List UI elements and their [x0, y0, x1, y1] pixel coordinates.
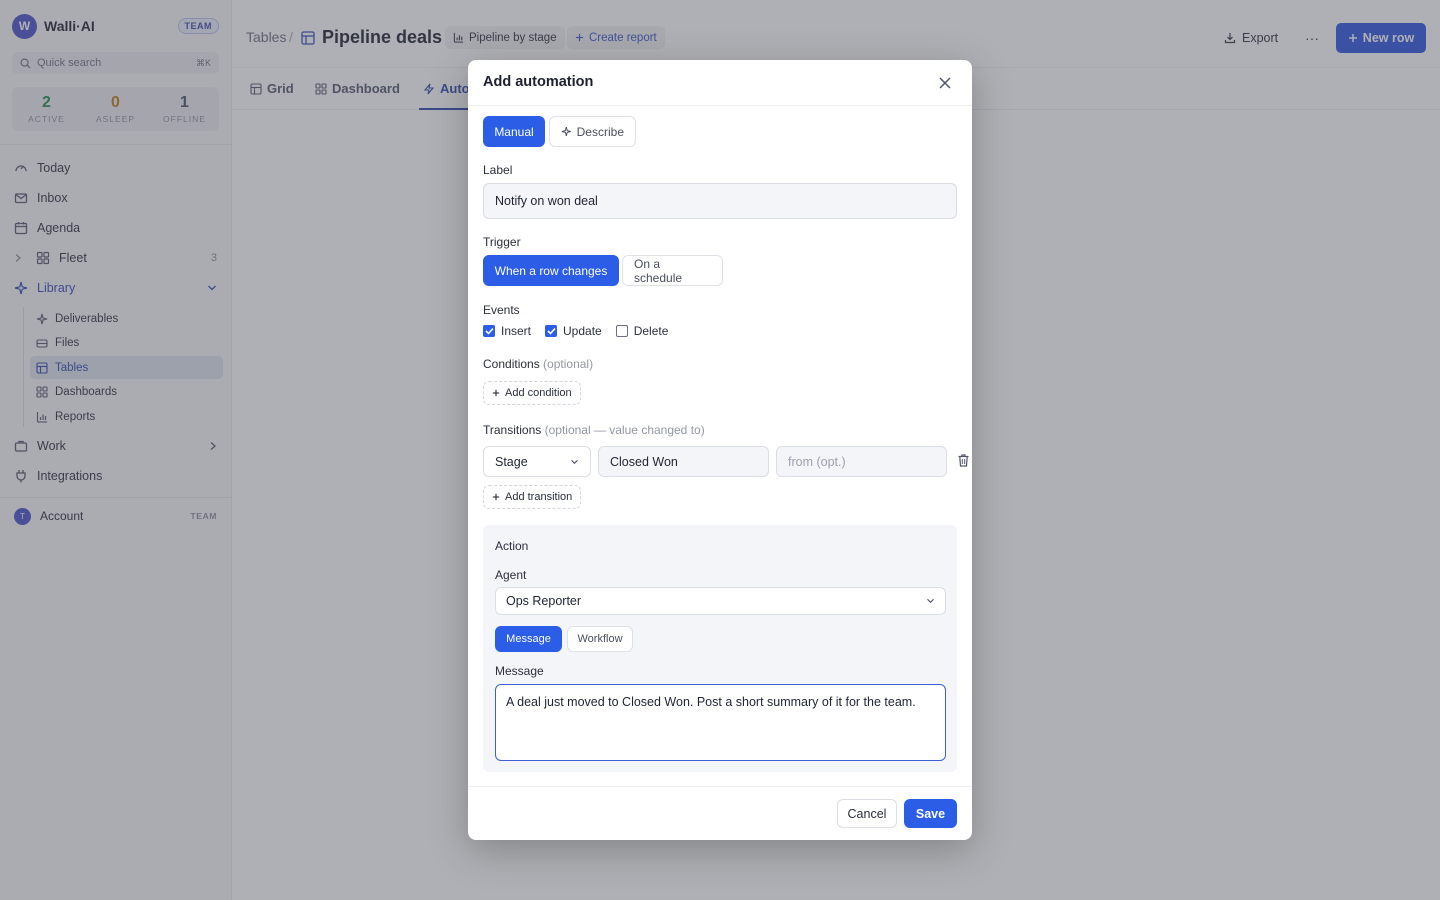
- label-field-label: Label: [483, 163, 513, 177]
- save-button[interactable]: Save: [904, 799, 957, 828]
- transition-from-input[interactable]: from (opt.): [776, 446, 947, 477]
- add-transition-label: Add transition: [505, 491, 573, 503]
- dialog-title: Add automation: [483, 74, 594, 90]
- transitions-optional: (optional — value changed to): [544, 423, 705, 437]
- chevron-down-icon: [926, 598, 935, 604]
- plus-icon: [492, 493, 500, 501]
- trash-icon[interactable]: [958, 454, 969, 467]
- chevron-down-icon: [570, 459, 579, 465]
- conditions-label-text: Conditions: [483, 357, 540, 371]
- sparkle-icon: [561, 126, 571, 137]
- add-automation-dialog: Add automation Manual Describe Label Not…: [468, 60, 972, 840]
- transitions-label: Transitions (optional — value changed to…: [483, 423, 705, 437]
- event-insert-label: Insert: [501, 324, 532, 338]
- conditions-label: Conditions (optional): [483, 357, 593, 371]
- action-title: Action: [495, 539, 529, 553]
- add-condition-label: Add condition: [505, 387, 572, 399]
- events-group: Insert Update Delete: [483, 324, 682, 338]
- message-textarea[interactable]: A deal just moved to Closed Won. Post a …: [495, 684, 946, 761]
- action-type-workflow-button[interactable]: Workflow: [567, 626, 633, 652]
- transitions-label-text: Transitions: [483, 423, 542, 437]
- trigger-row-changes-button[interactable]: When a row changes: [483, 255, 619, 286]
- event-update-label: Update: [563, 324, 602, 338]
- event-update[interactable]: Update: [545, 324, 602, 338]
- add-transition-button[interactable]: Add transition: [483, 485, 582, 509]
- checkbox-checked-icon[interactable]: [483, 325, 495, 337]
- plus-icon: [492, 389, 500, 397]
- conditions-optional: (optional): [543, 357, 594, 371]
- add-condition-button[interactable]: Add condition: [483, 381, 581, 405]
- action-type-message-button[interactable]: Message: [495, 626, 562, 652]
- message-label: Message: [495, 664, 544, 678]
- transition-column-select[interactable]: Stage: [483, 446, 591, 477]
- transition-column-value: Stage: [495, 454, 528, 469]
- event-delete[interactable]: Delete: [615, 324, 669, 338]
- checkbox-unchecked-icon[interactable]: [615, 325, 628, 337]
- dialog-footer: Cancel Save: [468, 786, 972, 840]
- event-delete-label: Delete: [633, 324, 669, 338]
- agent-label: Agent: [495, 568, 527, 582]
- dialog-header: Add automation: [468, 60, 972, 106]
- agent-value: Ops Reporter: [506, 594, 582, 608]
- mode-describe-button[interactable]: Describe: [549, 116, 636, 147]
- checkbox-checked-icon[interactable]: [545, 325, 558, 337]
- transition-to-input[interactable]: Closed Won: [598, 446, 769, 477]
- trigger-label: Trigger: [483, 235, 521, 249]
- action-section: Action Agent Ops Reporter Message Workfl…: [483, 525, 957, 772]
- mode-manual-button[interactable]: Manual: [483, 116, 545, 147]
- event-insert[interactable]: Insert: [483, 324, 531, 338]
- events-label: Events: [483, 303, 520, 317]
- trigger-schedule-button[interactable]: On a schedule: [622, 255, 723, 286]
- agent-select[interactable]: Ops Reporter: [495, 587, 946, 615]
- mode-describe-label: Describe: [576, 124, 624, 139]
- cancel-button[interactable]: Cancel: [837, 799, 897, 828]
- label-input[interactable]: Notify on won deal: [483, 183, 957, 219]
- close-icon[interactable]: [936, 74, 954, 92]
